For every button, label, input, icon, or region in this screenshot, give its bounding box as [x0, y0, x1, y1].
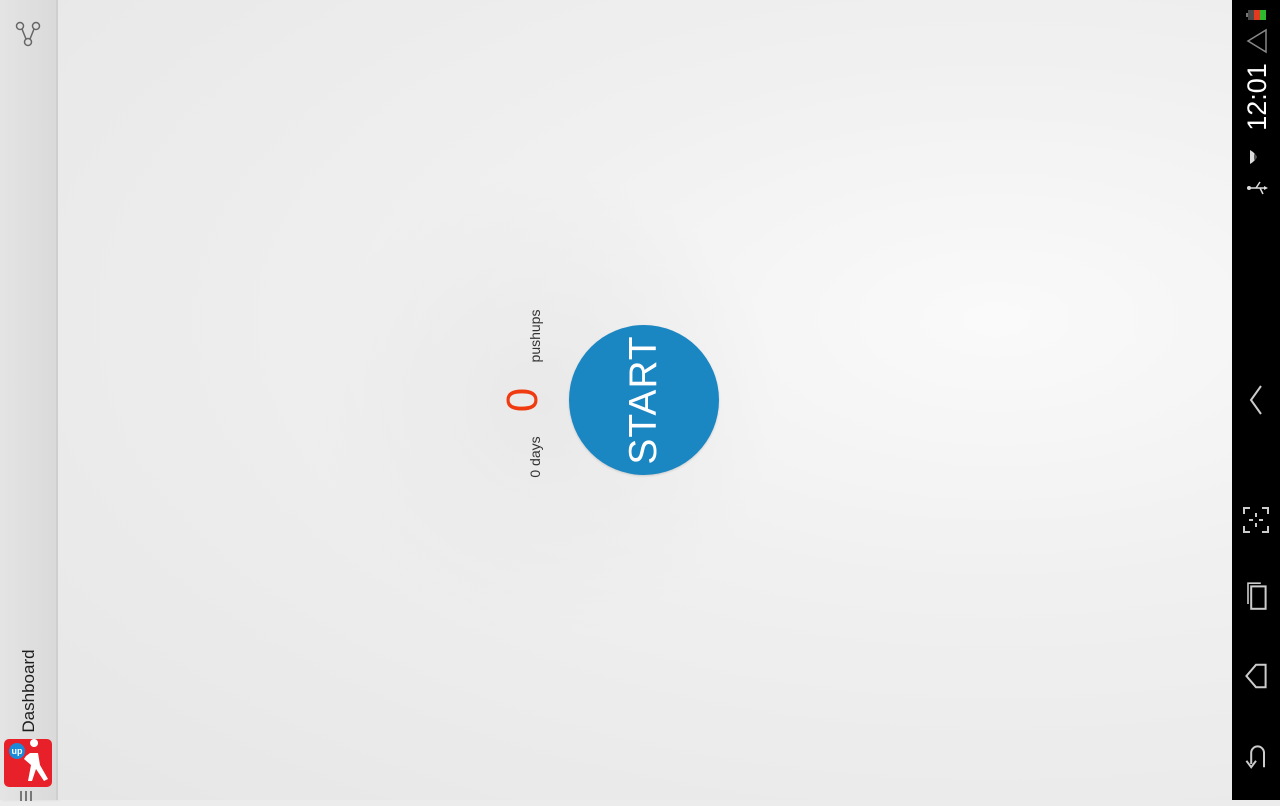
share-icon[interactable] — [12, 18, 44, 50]
battery-icon — [1246, 10, 1266, 20]
drawer-indicator-icon — [20, 788, 38, 801]
status-time: 12:01 — [1242, 63, 1272, 131]
usb-icon — [1247, 181, 1268, 195]
kickboxer-icon — [24, 739, 48, 781]
back-icon[interactable] — [1240, 740, 1272, 772]
app-logo[interactable]: up — [4, 739, 52, 787]
pushups-label: pushups — [527, 309, 543, 363]
collapse-icon[interactable] — [1240, 384, 1272, 416]
signal-icon — [1246, 28, 1267, 54]
pushup-count: 0 — [498, 387, 547, 413]
recent-apps-icon[interactable] — [1240, 580, 1272, 612]
action-bar: Dashboard up — [0, 0, 58, 801]
start-label: START — [622, 335, 665, 465]
wifi-icon — [1250, 150, 1257, 164]
home-icon[interactable] — [1240, 660, 1272, 692]
days-label: 0 days — [527, 436, 543, 478]
start-button[interactable]: START — [569, 325, 719, 475]
screenshot-icon[interactable] — [1240, 504, 1272, 536]
